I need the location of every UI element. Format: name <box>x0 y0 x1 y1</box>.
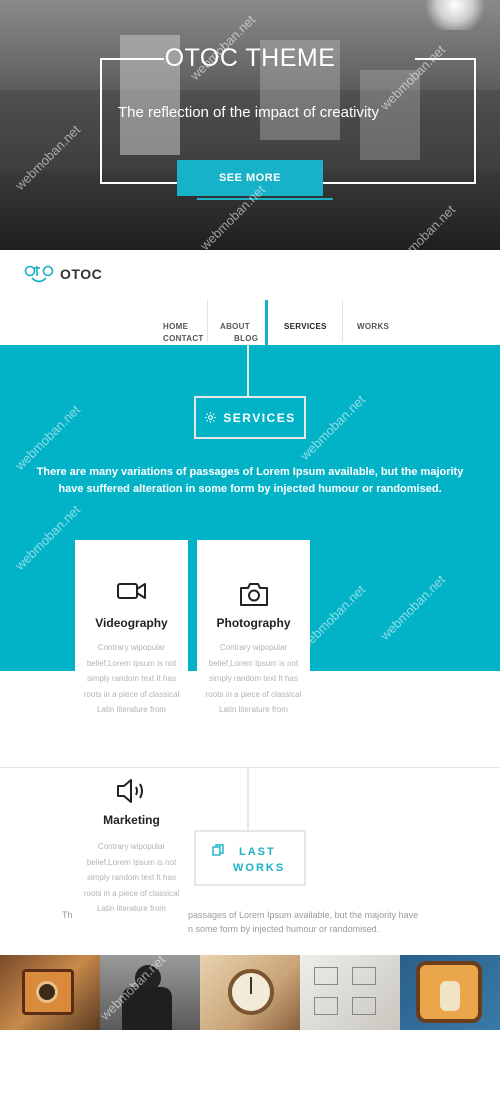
works-gallery <box>0 955 500 1030</box>
works-text-left: Th <box>62 910 73 920</box>
main-nav: HOME ABOUT SERVICES WORKS CONTACT BLOG <box>150 300 400 345</box>
gallery-thumb-badge[interactable] <box>400 955 500 1030</box>
nav-item-contact[interactable]: CONTACT <box>163 334 204 343</box>
gallery-thumb-camera[interactable] <box>0 955 100 1030</box>
nav-active-indicator <box>265 300 268 345</box>
services-heading: SERVICES <box>223 410 296 425</box>
service-card-text: Contrary wipopular belief,Lorem Ipsum is… <box>83 842 180 913</box>
copy-icon <box>212 844 224 856</box>
nav-item-about[interactable]: ABOUT <box>220 322 250 331</box>
hero-tagline: The reflection of the impact of creativi… <box>118 104 379 121</box>
last-works-heading-box: LAST WORKS <box>194 830 306 886</box>
service-card-title: Photography <box>216 616 291 630</box>
nav-item-blog[interactable]: BLOG <box>234 334 258 343</box>
services-description: There are many variations of passages of… <box>36 466 464 495</box>
site-logo[interactable]: OTOC <box>24 262 102 286</box>
see-more-button[interactable]: SEE MORE <box>177 160 323 196</box>
hero-title: OTOC THEME <box>164 44 336 72</box>
last-works-heading-line2: WORKS <box>233 862 286 874</box>
logo-text: OTOC <box>60 266 103 282</box>
hero-frame-right <box>474 58 476 184</box>
last-works-heading-line1: LAST <box>239 846 276 858</box>
service-card-marketing[interactable]: Marketing Contrary wipopular belief,Lore… <box>75 775 188 917</box>
gallery-thumb-clock[interactable] <box>200 955 300 1030</box>
cta-underline <box>197 198 333 200</box>
nav-separator <box>207 300 208 342</box>
gear-icon <box>205 412 217 423</box>
service-card-photography[interactable]: Photography Contrary wipopular belief,Lo… <box>197 540 310 740</box>
gallery-thumb-photographer[interactable] <box>100 955 200 1030</box>
logo-icon <box>24 265 54 283</box>
video-camera-icon <box>75 580 188 607</box>
nav-item-home[interactable]: HOME <box>163 322 188 331</box>
service-card-videography[interactable]: Videography Contrary wipopular belief,Lo… <box>75 540 188 740</box>
hero-banner: OTOC THEME The reflection of the impact … <box>0 0 500 250</box>
connector-line <box>247 768 249 831</box>
hero-light <box>420 0 490 30</box>
nav-item-works[interactable]: WORKS <box>357 322 389 331</box>
connector-line <box>247 345 249 397</box>
works-text-right-2: n some form by injected humour or random… <box>188 924 380 934</box>
service-card-text: Contrary wipopular belief,Lorem Ipsum is… <box>205 643 302 714</box>
gallery-thumb-sketch[interactable] <box>300 955 400 1030</box>
service-card-title: Marketing <box>103 813 160 827</box>
camera-icon <box>197 580 310 613</box>
megaphone-icon <box>75 777 188 810</box>
nav-separator <box>342 300 343 342</box>
nav-item-services[interactable]: SERVICES <box>284 322 327 331</box>
service-card-title: Videography <box>95 616 168 630</box>
section-divider <box>0 767 500 768</box>
services-heading-box: SERVICES <box>194 396 306 439</box>
service-card-text: Contrary wipopular belief,Lorem Ipsum is… <box>83 643 180 714</box>
